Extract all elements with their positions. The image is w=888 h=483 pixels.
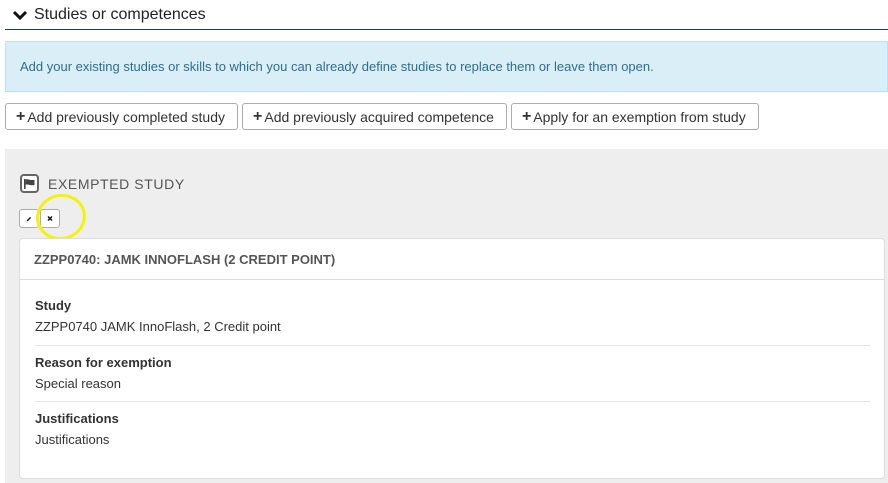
study-field: Study ZZPP0740 JAMK InnoFlash, 2 Credit … [35, 298, 870, 334]
add-completed-study-button[interactable]: + Add previously completed study [5, 103, 239, 130]
field-label: Justifications [35, 411, 119, 426]
divider [35, 345, 870, 346]
exempted-heading: EXEMPTED STUDY [20, 174, 185, 193]
button-label: Apply for an exemption from study [533, 108, 746, 125]
plus-icon: + [253, 107, 263, 125]
edit-button[interactable] [19, 209, 39, 228]
info-alert: Add your existing studies or skills to w… [5, 41, 888, 92]
section-title: Studies or competences [34, 5, 206, 23]
info-text: Add your existing studies or skills to w… [20, 59, 654, 74]
reason-field: Reason for exemption Special reason [35, 355, 870, 391]
button-label: Add previously acquired competence [264, 108, 494, 125]
justifications-field: Justifications Justifications [35, 411, 870, 447]
apply-exemption-button[interactable]: + Apply for an exemption from study [510, 103, 759, 130]
delete-button[interactable] [40, 209, 60, 228]
field-value: Justifications [35, 432, 110, 447]
action-buttons: + Add previously completed study + Add p… [5, 103, 763, 130]
exempted-heading-text: EXEMPTED STUDY [48, 175, 185, 192]
close-icon [47, 215, 53, 222]
plus-icon: + [521, 107, 532, 125]
card-actions [19, 209, 61, 228]
field-value: ZZPP0740 JAMK InnoFlash, 2 Credit point [35, 319, 281, 334]
button-label: Add previously completed study [27, 108, 226, 125]
exempted-study-card: ZZPP0740: JAMK INNOFLASH (2 CREDIT POINT… [19, 238, 885, 479]
pencil-icon [26, 216, 32, 221]
field-label: Reason for exemption [35, 355, 172, 370]
field-label: Study [35, 298, 72, 313]
chevron-down-icon[interactable] [10, 0, 32, 30]
flag-icon [20, 174, 39, 193]
card-title: ZZPP0740: JAMK INNOFLASH (2 CREDIT POINT… [20, 239, 884, 280]
field-value: Special reason [35, 376, 121, 391]
exempted-study-panel: EXEMPTED STUDY ZZPP0740: JAMK INNOFLASH … [5, 149, 888, 483]
divider [35, 401, 870, 402]
plus-icon: + [16, 107, 26, 125]
add-acquired-competence-button[interactable]: + Add previously acquired competence [242, 103, 507, 130]
section-header[interactable]: Studies or competences [5, 0, 888, 30]
